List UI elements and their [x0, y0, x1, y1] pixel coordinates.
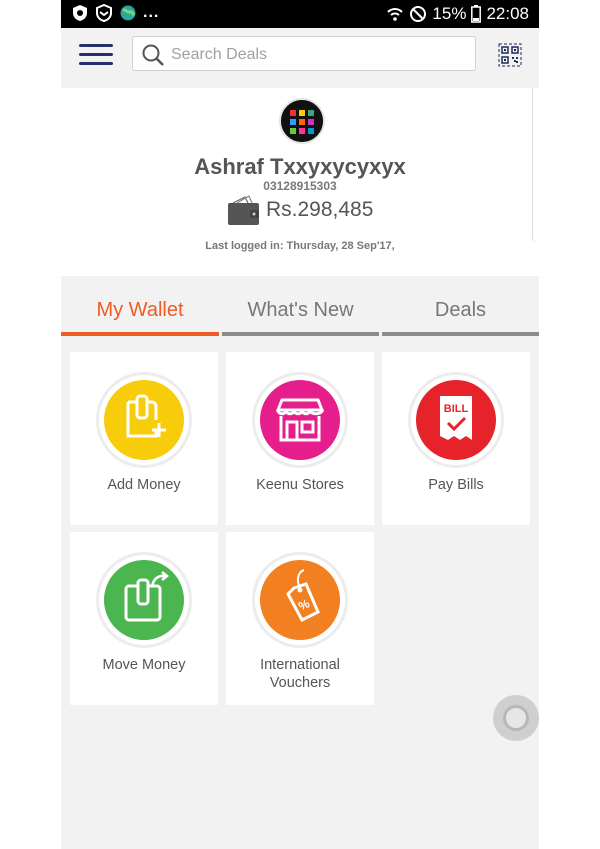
battery-icon	[471, 5, 482, 23]
battery-percent: 15%	[432, 4, 467, 23]
wallet-icon	[228, 195, 259, 225]
user-phone: 03128915303	[263, 179, 337, 193]
bill-icon-text: BILL	[444, 403, 469, 415]
tile-international-vouchers[interactable]: % International Vouchers	[226, 532, 374, 705]
tile-label: Move Money	[102, 657, 186, 673]
globe-icon	[120, 5, 136, 21]
last-login: Last logged in: Thursday, 28 Sep'17,	[205, 240, 395, 252]
user-name: Ashraf Txxyxycyxyx	[194, 154, 406, 179]
search-box[interactable]	[132, 36, 476, 71]
status-overflow: ...	[143, 4, 160, 21]
search-input[interactable]	[169, 41, 469, 68]
assistive-touch-icon	[503, 705, 529, 731]
tile-add-money[interactable]: Add Money	[70, 352, 218, 525]
tab-label: What's New	[247, 299, 354, 321]
move-money-icon	[104, 560, 184, 640]
wifi-icon	[387, 8, 404, 21]
hamburger-icon-line	[79, 44, 113, 47]
top-bar	[61, 28, 539, 88]
tile-pay-bills[interactable]: BILL Pay Bills	[382, 352, 530, 525]
tile-icon-ring	[96, 372, 192, 468]
tab-indicator	[61, 332, 219, 336]
wallet-balance: Rs.298,485	[227, 192, 373, 228]
balance-amount: Rs.298,485	[266, 198, 374, 221]
tile-icon-ring: BILL	[408, 372, 504, 468]
tab-deals[interactable]: Deals	[382, 290, 539, 336]
tab-label: My Wallet	[96, 299, 184, 321]
vpn-shield-icon	[96, 4, 112, 22]
avatar[interactable]	[279, 98, 325, 144]
do-not-disturb-icon	[410, 6, 427, 22]
tile-label: International Vouchers	[226, 656, 374, 692]
hamburger-icon-line	[79, 62, 113, 65]
tile-icon-ring	[252, 372, 348, 468]
tile-label: Pay Bills	[428, 477, 484, 493]
tab-indicator	[382, 332, 539, 336]
app-screen: ... 15% 22:08 Search Deals Ashraf Txxyxy…	[61, 0, 539, 849]
bill-icon: BILL	[416, 380, 496, 460]
tile-keenu-stores[interactable]: Keenu Stores	[226, 352, 374, 525]
status-time: 22:08	[486, 4, 529, 23]
tile-label: Add Money	[107, 477, 181, 493]
tile-label-line1: International	[260, 657, 340, 673]
avatar-image	[281, 100, 323, 142]
tab-label: Deals	[434, 299, 487, 321]
status-right: 15% 22:08	[386, 4, 529, 24]
status-left-icons: ...	[71, 4, 159, 22]
tile-label-line2: Vouchers	[269, 675, 331, 691]
menu-button[interactable]	[79, 44, 113, 70]
search-icon	[142, 44, 164, 66]
shield-icon	[73, 5, 87, 21]
hamburger-icon-line	[79, 53, 113, 56]
tab-my-wallet[interactable]: My Wallet	[61, 290, 219, 336]
qr-code-icon[interactable]	[498, 43, 522, 67]
status-bar: ... 15% 22:08	[61, 0, 539, 28]
tab-bar: My Wallet What's New Deals	[61, 290, 539, 336]
profile-card: Ashraf Txxyxycyxyx 03128915303 Rs.298,48…	[61, 88, 539, 276]
add-money-icon	[104, 380, 184, 460]
tile-icon-ring: %	[252, 552, 348, 648]
tab-whats-new[interactable]: What's New	[222, 290, 379, 336]
tile-label: Keenu Stores	[256, 477, 344, 493]
tab-indicator	[222, 332, 379, 336]
tile-icon-ring	[96, 552, 192, 648]
tile-move-money[interactable]: Move Money	[70, 532, 218, 705]
floating-assistive-button[interactable]	[493, 695, 539, 741]
store-icon	[260, 380, 340, 460]
voucher-tag-icon: %	[260, 560, 340, 640]
